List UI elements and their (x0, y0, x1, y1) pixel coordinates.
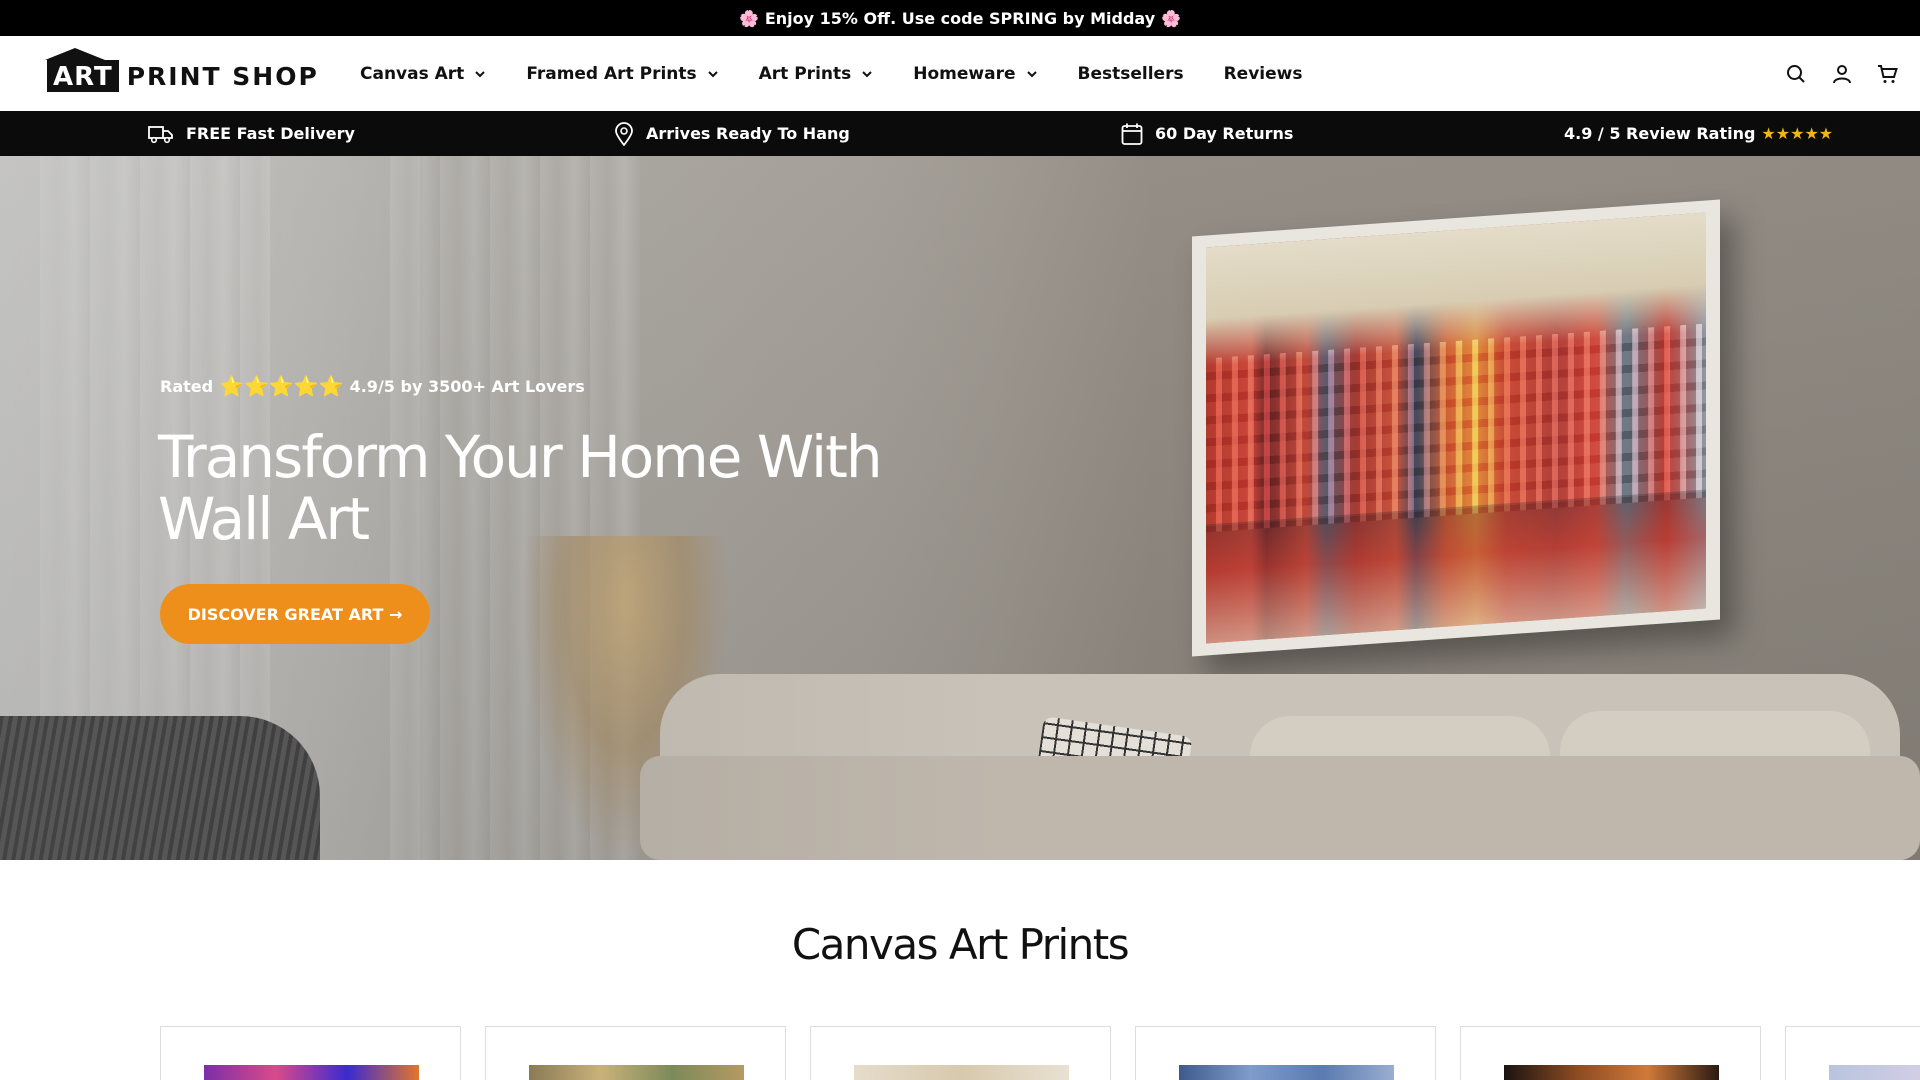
nav-item-label: Homeware (913, 63, 1016, 84)
product-image[interactable] (529, 1065, 744, 1080)
nav-item-label: Framed Art Prints (526, 63, 697, 84)
rating-prefix: Rated (160, 376, 214, 396)
benefit-delivery: FREE Fast Delivery (148, 111, 355, 156)
nav-item-reviews[interactable]: Reviews (1224, 64, 1303, 84)
main-nav: Canvas Art Framed Art Prints Art Prints … (360, 36, 1342, 111)
nav-item-art-prints[interactable]: Art Prints (759, 64, 874, 84)
cart-icon[interactable] (1876, 62, 1900, 86)
logo-art-text: ART (53, 62, 113, 92)
framed-painting-image (1192, 199, 1720, 657)
nav-item-homeware[interactable]: Homeware (913, 64, 1037, 84)
product-card[interactable] (1785, 1026, 1920, 1080)
painting-canvas (1206, 212, 1706, 644)
benefit-label: 4.9 / 5 Review Rating (1564, 124, 1756, 143)
chevron-down-icon (862, 70, 872, 77)
section-title: Canvas Art Prints (791, 920, 1130, 969)
announcement-bar: 🌸 Enjoy 15% Off. Use code SPRING by Midd… (0, 0, 1920, 36)
product-image[interactable] (204, 1065, 419, 1080)
benefit-returns: 60 Day Returns (1121, 111, 1293, 156)
star-icon: ⭐⭐⭐⭐⭐ (219, 374, 344, 398)
product-card[interactable] (1135, 1026, 1436, 1080)
product-card[interactable] (810, 1026, 1111, 1080)
benefit-rating: 4.9 / 5 Review Rating ★★★★★ (1564, 111, 1833, 156)
product-image[interactable] (1179, 1065, 1394, 1080)
benefit-ready-to-hang: Arrives Ready To Hang (614, 111, 850, 156)
hero-headline: Transform Your Home With Wall Art (158, 423, 883, 553)
chevron-down-icon (475, 70, 486, 77)
hero-rating: Rated ⭐⭐⭐⭐⭐ 4.9/5 by 3500+ Art Lovers (160, 374, 585, 398)
benefit-label: 60 Day Returns (1155, 124, 1294, 143)
flower-icon: 🌸 (738, 8, 759, 28)
product-card[interactable] (1460, 1026, 1761, 1080)
product-image[interactable] (1829, 1065, 1920, 1080)
product-card[interactable] (160, 1026, 461, 1080)
discover-art-button[interactable]: DISCOVER GREAT ART → (160, 584, 430, 644)
flower-icon: 🌸 (1161, 8, 1182, 28)
nav-item-bestsellers[interactable]: Bestsellers (1078, 64, 1184, 84)
site-header: ART PRINT SHOP Canvas Art Framed Art Pri… (0, 36, 1920, 111)
nav-item-label: Canvas Art (360, 63, 465, 84)
nav-item-canvas-art[interactable]: Canvas Art (360, 64, 486, 84)
star-icon: ★★★★★ (1761, 124, 1834, 143)
chevron-down-icon (707, 70, 718, 77)
logo-art-block: ART (45, 48, 119, 92)
hero-banner: Rated ⭐⭐⭐⭐⭐ 4.9/5 by 3500+ Art Lovers Tr… (0, 156, 1920, 860)
search-icon[interactable] (1784, 62, 1808, 86)
header-icons (1762, 36, 1900, 111)
benefit-label: FREE Fast Delivery (186, 124, 355, 143)
nav-item-label: Bestsellers (1077, 63, 1184, 84)
nav-item-framed-art-prints[interactable]: Framed Art Prints (526, 64, 718, 84)
account-icon[interactable] (1830, 62, 1854, 86)
announcement-text: Enjoy 15% Off. Use code SPRING by Midday (764, 8, 1156, 28)
benefit-label: Arrives Ready To Hang (646, 124, 850, 143)
logo-text: PRINT SHOP (126, 61, 319, 91)
truck-icon (148, 125, 173, 143)
nav-item-label: Reviews (1223, 63, 1303, 84)
logo-roof-icon (45, 48, 105, 60)
logo[interactable]: ART PRINT SHOP (45, 48, 319, 93)
rating-suffix: 4.9/5 by 3500+ Art Lovers (349, 376, 585, 396)
product-image[interactable] (854, 1065, 1069, 1080)
nav-item-label: Art Prints (758, 63, 852, 84)
product-carousel (160, 1026, 1920, 1080)
product-image[interactable] (1504, 1065, 1719, 1080)
calendar-icon (1121, 123, 1143, 145)
chevron-down-icon (1026, 70, 1037, 77)
pin-icon (615, 121, 633, 146)
product-card[interactable] (485, 1026, 786, 1080)
benefits-bar: FREE Fast Delivery Arrives Ready To Hang… (0, 111, 1920, 156)
